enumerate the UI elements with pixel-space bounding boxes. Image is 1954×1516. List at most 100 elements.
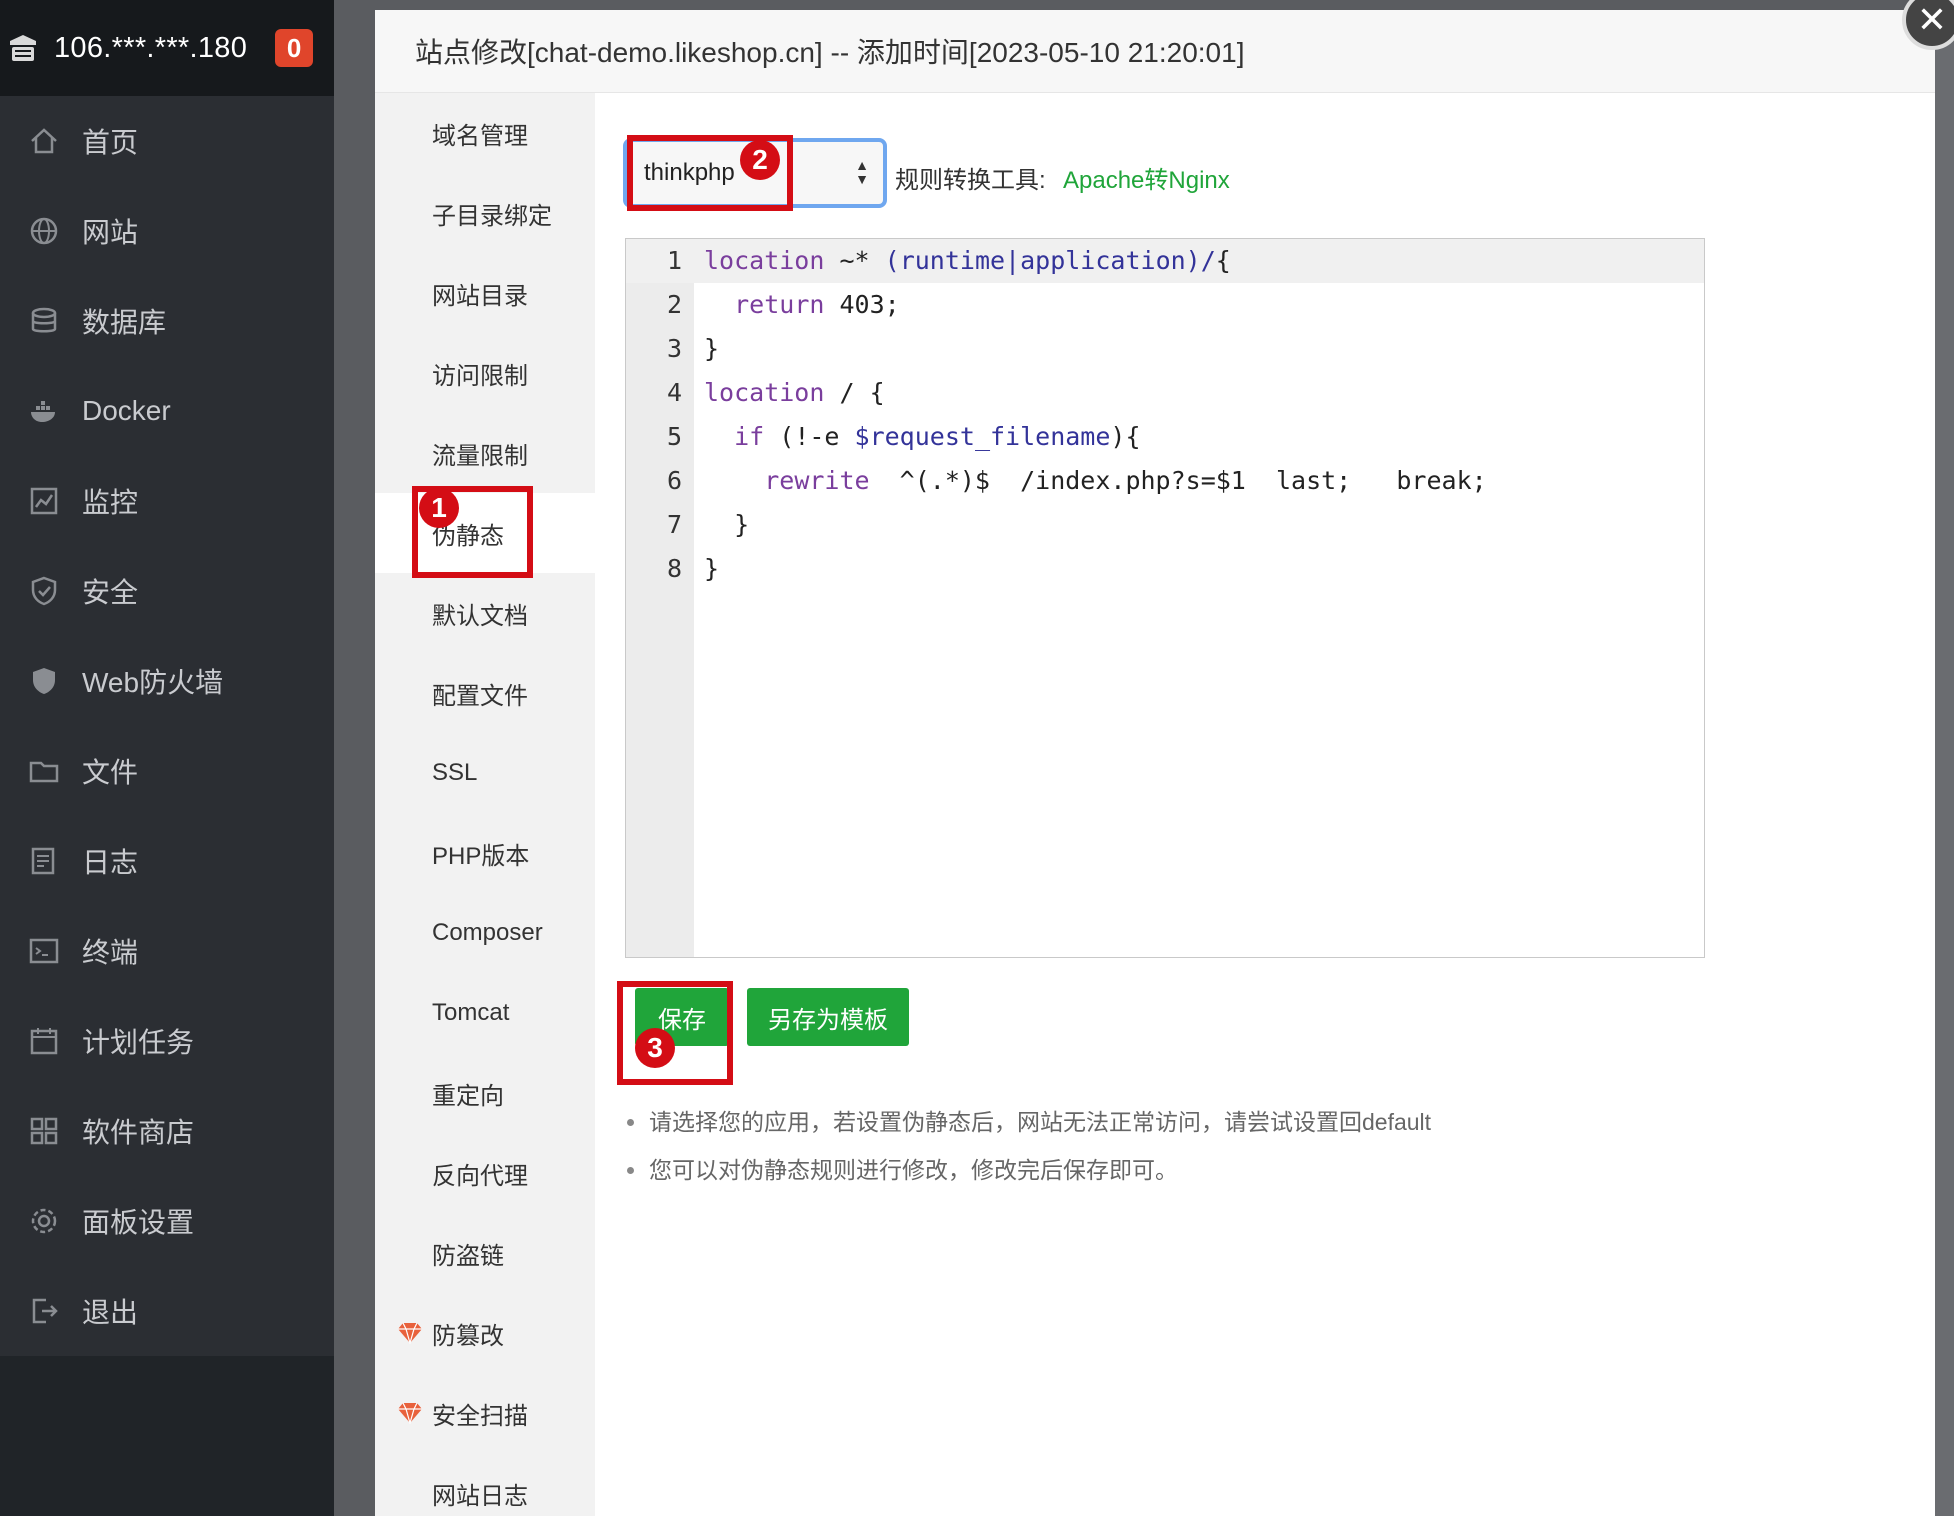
code-text: location ~* (runtime|application)/{ [704, 246, 1231, 275]
tab-label: SSL [432, 759, 478, 786]
code-line[interactable]: 6 rewrite ^(.*)$ /index.php?s=$1 last; b… [626, 459, 1704, 503]
sidebar-item-label: 退出 [82, 1297, 139, 1328]
sidebar-item-label: 软件商店 [82, 1117, 195, 1148]
tab-label: PHP版本 [432, 842, 530, 870]
tab-site-logs[interactable]: 网站日志 [375, 1453, 595, 1516]
modal-tabs: 域名管理 子目录绑定 网站目录 访问限制 流量限制 伪静态 默认文档 配置文件 … [375, 93, 595, 1516]
sidebar-item-logs[interactable]: 日志 [0, 816, 334, 906]
sidebar-item-label: 文件 [82, 757, 139, 788]
tab-hotlink-protection[interactable]: 防盗链 [375, 1213, 595, 1293]
sidebar-item-store[interactable]: 软件商店 [0, 1086, 334, 1176]
modal-title: 站点修改[chat-demo.likeshop.cn] -- 添加时间[2023… [415, 37, 1245, 68]
code-line[interactable]: 4 location / { [626, 371, 1704, 415]
tab-label: 防篡改 [432, 1322, 504, 1350]
tab-label: 重定向 [432, 1082, 504, 1110]
sidebar-item-settings[interactable]: 面板设置 [0, 1176, 334, 1266]
sidebar-item-label: 计划任务 [82, 1027, 195, 1058]
tab-label: Composer [432, 919, 543, 946]
sidebar-item-logout[interactable]: 退出 [0, 1266, 334, 1356]
tab-tomcat[interactable]: Tomcat [375, 973, 595, 1053]
tab-traffic-limit[interactable]: 流量限制 [375, 413, 595, 493]
help-note: 请选择您的应用，若设置伪静态后，网站无法正常访问，请尝试设置回default [623, 1098, 1431, 1146]
sidebar-item-website[interactable]: 网站 [0, 186, 334, 276]
sidebar-item-waf[interactable]: Web防火墙 [0, 636, 334, 726]
sidebar-item-home[interactable]: 首页 [0, 96, 334, 186]
sidebar-item-label: 安全 [82, 577, 139, 608]
line-number: 2 [666, 290, 682, 319]
code-text: return 403; [734, 290, 900, 319]
sidebar-item-label: 监控 [82, 487, 139, 518]
shield-icon [31, 576, 57, 606]
sidebar-item-docker[interactable]: Docker [0, 366, 334, 456]
tab-composer[interactable]: Composer [375, 893, 595, 973]
sidebar-item-database[interactable]: 数据库 [0, 276, 334, 366]
sidebar-item-files[interactable]: 文件 [0, 726, 334, 816]
annotation-badge-2: 2 [740, 140, 780, 180]
save-as-template-button[interactable]: 另存为模板 [747, 988, 909, 1046]
terminal-icon [29, 938, 59, 964]
annotation-box-3 [617, 981, 733, 1085]
sidebar-item-label: Docker [82, 395, 171, 426]
home-icon [31, 128, 57, 154]
tab-label: 域名管理 [432, 122, 528, 150]
tab-subdir-binding[interactable]: 子目录绑定 [375, 173, 595, 253]
tab-config-file[interactable]: 配置文件 [375, 653, 595, 733]
select-arrows-icon: ▲ ▼ [855, 157, 869, 187]
line-number: 6 [666, 466, 682, 495]
sidebar-item-label: Web防火墙 [82, 667, 224, 698]
tab-security-scan[interactable]: 安全扫描 [375, 1373, 595, 1453]
tab-default-document[interactable]: 默认文档 [375, 573, 595, 653]
tab-label: 网站日志 [432, 1482, 528, 1510]
tab-label: 访问限制 [432, 362, 528, 390]
tab-php-version[interactable]: PHP版本 [375, 813, 595, 893]
sidebar-item-label: 终端 [82, 937, 139, 968]
tab-ssl[interactable]: SSL [375, 733, 595, 813]
code-text: rewrite ^(.*)$ /index.php?s=$1 last; bre… [764, 466, 1487, 495]
server-ip: 106.***.***.180 [54, 31, 248, 64]
tab-label: 防盗链 [432, 1242, 504, 1270]
sidebar-item-label: 日志 [82, 847, 139, 878]
sidebar: 106.***.***.180 0 首页 网站 数据库 Docker 监控 安全 [0, 0, 334, 1516]
sidebar-item-terminal[interactable]: 终端 [0, 906, 334, 996]
sidebar-item-cron[interactable]: 计划任务 [0, 996, 334, 1086]
code-line[interactable]: 8 } [626, 547, 1704, 591]
log-icon [31, 847, 55, 875]
notification-badge[interactable]: 0 [275, 29, 314, 67]
tab-domain[interactable]: 域名管理 [375, 93, 595, 173]
sidebar-item-label: 首页 [82, 127, 139, 158]
code-editor[interactable]: 1 location ~* (runtime|application)/{ 2 … [625, 238, 1705, 958]
sidebar-item-security[interactable]: 安全 [0, 546, 334, 636]
code-line[interactable]: 5 if (!-e $request_filename){ [626, 415, 1704, 459]
code-line[interactable]: 2 return 403; [626, 283, 1704, 327]
globe-icon [30, 217, 58, 245]
sidebar-item-monitor[interactable]: 监控 [0, 456, 334, 546]
code-text: } [704, 334, 720, 363]
code-line[interactable]: 3 } [626, 327, 1704, 371]
tab-label: 默认文档 [432, 602, 528, 630]
code-line[interactable]: 1 location ~* (runtime|application)/{ [626, 239, 1704, 283]
firewall-icon [33, 668, 55, 694]
line-number: 1 [666, 246, 682, 275]
tab-site-directory[interactable]: 网站目录 [375, 253, 595, 333]
site-edit-modal: 站点修改[chat-demo.likeshop.cn] -- 添加时间[2023… [375, 10, 1935, 1516]
annotation-badge-3: 3 [635, 1028, 675, 1068]
tab-redirect[interactable]: 重定向 [375, 1053, 595, 1133]
folder-icon [29, 761, 59, 783]
apache-to-nginx-link[interactable]: Apache转Nginx [1063, 160, 1230, 195]
gem-icon [398, 1402, 422, 1424]
rewrite-panel: thinkphp ▲ ▼ 规则转换工具: Apache转Nginx 1 locat… [595, 93, 1935, 1516]
tab-access-limit[interactable]: 访问限制 [375, 333, 595, 413]
tab-reverse-proxy[interactable]: 反向代理 [375, 1133, 595, 1213]
tab-label: 子目录绑定 [432, 202, 552, 230]
help-notes: 请选择您的应用，若设置伪静态后，网站无法正常访问，请尝试设置回default 您… [623, 1098, 1431, 1194]
monitor-icon [30, 487, 58, 515]
tab-label: 配置文件 [432, 682, 528, 710]
tab-tamper-proof[interactable]: 防篡改 [375, 1293, 595, 1373]
line-number: 4 [666, 378, 682, 407]
code-line[interactable]: 7 } [626, 503, 1704, 547]
sidebar-nav: 首页 网站 数据库 Docker 监控 安全 Web防火墙 文件 日志 终端 计… [0, 96, 334, 1356]
code-text: if (!-e $request_filename){ [734, 422, 1141, 451]
tab-label: 安全扫描 [432, 1402, 528, 1430]
code-text: location / { [704, 378, 885, 407]
sidebar-item-label: 面板设置 [82, 1207, 195, 1238]
